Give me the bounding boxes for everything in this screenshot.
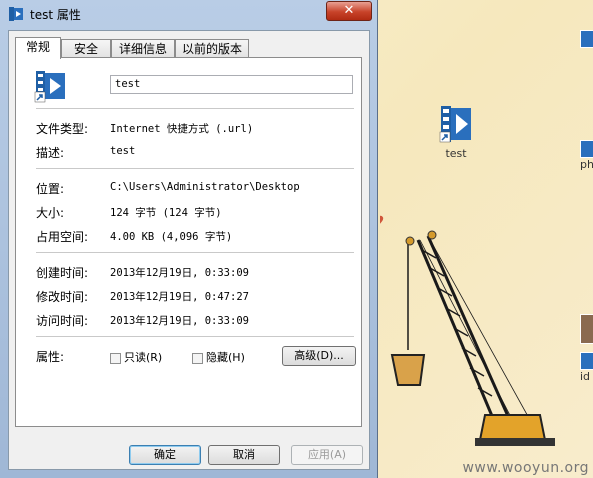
video-shortcut-icon bbox=[439, 106, 471, 143]
separator bbox=[36, 168, 354, 169]
desktop-icon-label: id bbox=[580, 370, 591, 383]
hidden-checkbox[interactable]: 隐藏(H) bbox=[192, 349, 245, 365]
tab-security[interactable]: 安全 bbox=[61, 39, 111, 57]
svg-text:♥: ♥ bbox=[380, 214, 385, 230]
properties-window: test 属性 ✕ 常规 安全 详细信息 以前的版本 test 文件类型: In… bbox=[0, 0, 378, 478]
readonly-checkbox-label: 只读(R) bbox=[124, 351, 163, 364]
desktop-shortcut-partial-ph[interactable]: ph bbox=[580, 140, 593, 171]
watermark: www.wooyun.org bbox=[462, 460, 589, 476]
created-value: 2013年12月19日, 0:33:09 bbox=[110, 267, 249, 279]
desktop-shortcut-partial-top[interactable] bbox=[580, 30, 593, 48]
created-label: 创建时间: bbox=[36, 266, 89, 280]
accessed-value: 2013年12月19日, 0:33:09 bbox=[110, 315, 249, 327]
hidden-checkbox-label: 隐藏(H) bbox=[206, 351, 245, 364]
ok-button[interactable]: 确定 bbox=[129, 445, 201, 465]
location-value: C:\Users\Administrator\Desktop bbox=[110, 181, 300, 193]
crane-illustration: ♥ bbox=[380, 214, 555, 446]
size-label: 大小: bbox=[36, 206, 65, 220]
close-button[interactable]: ✕ bbox=[326, 1, 372, 21]
desktop-icon-label: ph bbox=[580, 158, 593, 171]
location-label: 位置: bbox=[36, 182, 65, 196]
tab-general[interactable]: 常规 bbox=[15, 37, 61, 59]
description-label: 描述: bbox=[36, 146, 65, 160]
dialog-client: 常规 安全 详细信息 以前的版本 test 文件类型: Internet 快捷方… bbox=[8, 30, 370, 470]
desktop-shortcut-partial-id[interactable]: id bbox=[580, 314, 593, 383]
file-name-input[interactable]: test bbox=[110, 75, 353, 94]
video-shortcut-icon bbox=[9, 7, 23, 21]
type-value: Internet 快捷方式 (.url) bbox=[110, 123, 254, 135]
checkbox-box bbox=[192, 352, 203, 364]
separator bbox=[36, 252, 354, 253]
cancel-button[interactable]: 取消 bbox=[208, 445, 280, 465]
size-value: 124 字节 (124 字节) bbox=[110, 207, 222, 219]
modified-label: 修改时间: bbox=[36, 290, 89, 304]
title-bar[interactable]: test 属性 ✕ bbox=[0, 0, 378, 28]
description-value: test bbox=[110, 145, 136, 157]
attributes-label: 属性: bbox=[36, 350, 65, 364]
accessed-label: 访问时间: bbox=[36, 314, 89, 328]
tab-details[interactable]: 详细信息 bbox=[111, 39, 175, 57]
tab-previous-versions[interactable]: 以前的版本 bbox=[175, 39, 249, 57]
apply-button[interactable]: 应用(A) bbox=[291, 445, 363, 465]
separator bbox=[36, 336, 354, 337]
readonly-checkbox[interactable]: 只读(R) bbox=[110, 349, 162, 365]
desktop-shortcut-test[interactable]: test bbox=[428, 104, 484, 160]
checkbox-box bbox=[110, 352, 121, 364]
desktop-icon-label: test bbox=[445, 147, 467, 160]
disk-size-value: 4.00 KB (4,096 字节) bbox=[110, 231, 233, 243]
video-shortcut-icon bbox=[34, 71, 65, 103]
advanced-button[interactable]: 高级(D)... bbox=[282, 346, 356, 366]
window-title: test 属性 bbox=[30, 8, 81, 22]
general-panel: test 文件类型: Internet 快捷方式 (.url) 描述: test… bbox=[15, 57, 362, 427]
type-label: 文件类型: bbox=[36, 122, 89, 136]
disk-size-label: 占用空间: bbox=[36, 230, 89, 244]
modified-value: 2013年12月19日, 0:47:27 bbox=[110, 291, 249, 303]
separator bbox=[36, 108, 354, 109]
